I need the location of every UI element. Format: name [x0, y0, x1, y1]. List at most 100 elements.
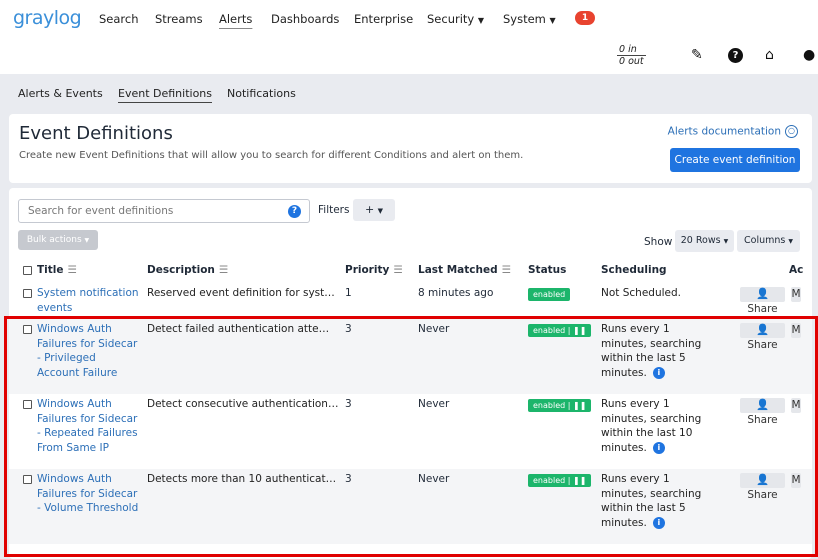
row-title-link[interactable]: Windows Auth Failures for Sidecar - Priv…	[37, 322, 141, 380]
col-description[interactable]: Description ☰	[147, 264, 228, 276]
search-input[interactable]: Search for event definitions ?	[18, 199, 310, 223]
filters-label: Filters	[318, 204, 350, 216]
row-checkbox[interactable]	[23, 400, 32, 409]
row-description: Reserved event definition for system ...	[147, 287, 339, 299]
caret-down-icon: ▼	[477, 16, 485, 25]
caret-down-icon: ▼	[377, 207, 384, 215]
share-label: Share	[747, 338, 778, 351]
notification-badge[interactable]: 1	[575, 11, 595, 25]
show-label: Show	[644, 236, 673, 248]
page-header-card: Event Definitions Create new Event Defin…	[9, 114, 812, 183]
row-checkbox[interactable]	[23, 475, 32, 484]
row-title-link[interactable]: Windows Auth Failures for Sidecar - Repe…	[37, 397, 141, 455]
create-event-definition-button[interactable]: Create event definition	[670, 148, 800, 172]
row-last-matched: Never	[418, 323, 450, 335]
nav-dashboards[interactable]: Dashboards	[271, 12, 339, 26]
add-filter-button[interactable]: + ▼	[353, 199, 395, 221]
subnav-alerts-events[interactable]: Alerts & Events	[18, 87, 103, 100]
add-filter-label: +	[364, 203, 375, 216]
rows-per-page-select[interactable]: 20 Rows ▼	[675, 230, 734, 252]
nav-streams[interactable]: Streams	[155, 12, 203, 26]
bulk-actions-button[interactable]: Bulk actions ▼	[18, 230, 98, 250]
info-icon[interactable]: i	[652, 441, 665, 454]
subnav-notifications[interactable]: Notifications	[227, 87, 296, 100]
columns-select-label: Columns	[744, 235, 786, 246]
graylog-logo[interactable]: graylog	[13, 7, 82, 29]
row-priority: 3	[345, 323, 352, 335]
sort-icon: ☰	[218, 264, 229, 276]
share-button[interactable]: 👤 Share	[740, 287, 785, 315]
nav-search[interactable]: Search	[99, 12, 139, 26]
col-last-matched[interactable]: Last Matched ☰	[418, 264, 511, 276]
row-scheduling: Not Scheduled.	[601, 287, 681, 299]
status-label: enabled	[533, 476, 566, 485]
subnav-event-definitions[interactable]: Event Definitions	[118, 87, 213, 103]
scheduling-text: Runs every 1 minutes, searching within t…	[601, 323, 702, 379]
info-icon[interactable]: i	[652, 516, 665, 529]
row-last-matched: 8 minutes ago	[418, 287, 494, 299]
col-priority[interactable]: Priority ☰	[345, 264, 403, 276]
nav-alerts[interactable]: Alerts	[219, 12, 252, 26]
throughput-out: 0 out	[619, 56, 644, 67]
row-priority: 3	[345, 398, 352, 410]
top-navbar: graylog Search Streams Alerts Dashboards…	[0, 0, 818, 74]
pause-icon: ❚❚	[572, 476, 587, 485]
event-definitions-list: Search for event definitions ? Filters +…	[9, 188, 812, 559]
row-title-link[interactable]: System notification events	[37, 286, 141, 315]
info-icon[interactable]: i	[652, 366, 665, 379]
row-priority: 3	[345, 473, 352, 485]
home-icon[interactable]: ⌂	[765, 47, 774, 63]
row-checkbox[interactable]	[23, 325, 32, 334]
select-all-checkbox[interactable]	[23, 266, 32, 275]
share-user-icon: 👤	[755, 324, 770, 336]
row-checkbox[interactable]	[23, 289, 32, 298]
row-description: Detect consecutive authentication fa...	[147, 398, 339, 410]
row-title-link[interactable]: Windows Auth Failures for Sidecar - Volu…	[37, 472, 141, 516]
col-title-label: Title	[37, 264, 64, 276]
rows-select-label: 20 Rows	[680, 235, 721, 246]
more-actions-button[interactable]: M	[791, 287, 801, 302]
more-actions-button[interactable]: M	[791, 323, 801, 338]
more-actions-button[interactable]: M	[791, 473, 801, 488]
row-description: Detect failed authentication attempt...	[147, 323, 339, 335]
share-button[interactable]: 👤 Share	[740, 398, 785, 426]
nav-enterprise[interactable]: Enterprise	[354, 12, 413, 26]
user-icon[interactable]: ●	[803, 47, 815, 63]
caret-down-icon: ▼	[84, 237, 90, 244]
col-last-matched-label: Last Matched	[418, 264, 498, 276]
query-help-icon[interactable]: ?	[288, 205, 301, 218]
nav-security-label: Security	[427, 12, 475, 26]
col-priority-label: Priority	[345, 264, 390, 276]
nav-system-label: System	[503, 12, 546, 26]
share-user-icon: 👤	[755, 399, 770, 411]
col-status: Status	[528, 264, 567, 276]
share-button[interactable]: 👤 Share	[740, 323, 785, 351]
share-user-icon: 👤	[755, 474, 770, 486]
edit-icon[interactable]: ✎	[691, 47, 703, 63]
col-title[interactable]: Title ☰	[37, 264, 77, 276]
help-icon[interactable]: ?	[728, 46, 743, 63]
columns-select[interactable]: Columns ▼	[737, 230, 800, 252]
status-toggle[interactable]: enabled | ❚❚	[528, 474, 592, 487]
row-priority: 1	[345, 287, 352, 299]
bulk-actions-label: Bulk actions	[26, 235, 82, 245]
nav-security[interactable]: Security ▼	[427, 12, 484, 26]
status-label: enabled	[533, 326, 566, 335]
status-toggle[interactable]: enabled | ❚❚	[528, 399, 592, 412]
caret-down-icon: ▼	[788, 238, 793, 245]
throughput-in: 0 in	[617, 44, 646, 56]
row-description: Detects more than 10 authentication...	[147, 473, 339, 485]
row-scheduling: Runs every 1 minutes, searching within t…	[601, 322, 711, 380]
status-toggle[interactable]: enabled | ❚❚	[528, 324, 592, 337]
row-scheduling: Runs every 1 minutes, searching within t…	[601, 472, 711, 530]
page-title: Event Definitions	[19, 123, 173, 144]
more-actions-button[interactable]: M	[791, 398, 801, 413]
col-scheduling: Scheduling	[601, 264, 667, 276]
throughput-indicator[interactable]: 0 in 0 out	[617, 44, 646, 67]
docs-link-label: Alerts documentation	[667, 125, 781, 138]
alerts-documentation-link[interactable]: Alerts documentation ○	[668, 125, 798, 138]
share-button[interactable]: 👤 Share	[740, 473, 785, 501]
caret-down-icon: ▼	[549, 16, 556, 25]
share-label: Share	[747, 413, 778, 426]
nav-system[interactable]: System ▼	[503, 12, 556, 26]
